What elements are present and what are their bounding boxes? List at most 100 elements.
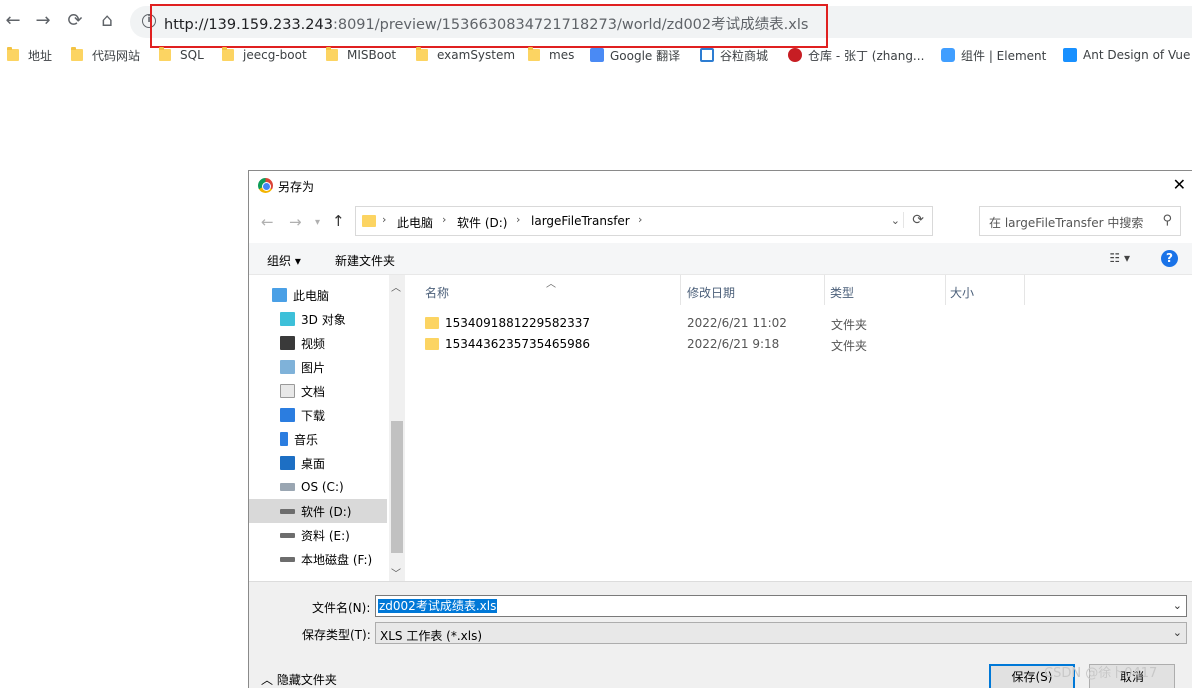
bookmark-label: jeecg-boot [243, 48, 307, 62]
navigation-pane: 此电脑 3D 对象 视频 图片 文档 下载 音乐 桌面 OS (C:) 软件 (… [249, 275, 389, 581]
nav-item-drive-c[interactable]: OS (C:) [249, 475, 387, 499]
scroll-up-icon[interactable]: ︿ [391, 279, 401, 294]
dialog-title-bar: 另存为 ✕ [249, 171, 1192, 201]
nav-item-desktop[interactable]: 桌面 [249, 451, 387, 475]
download-icon [280, 408, 295, 422]
nav-label: 桌面 [301, 456, 326, 471]
bookmark-item[interactable]: mes [528, 46, 574, 64]
bookmark-item[interactable]: examSystem [416, 46, 515, 64]
folder-icon [222, 47, 234, 61]
reload-icon[interactable]: ⟳ [64, 10, 86, 32]
breadcrumb-item[interactable]: largeFileTransfer [531, 214, 630, 228]
refresh-icon[interactable]: ⟳ [903, 212, 924, 228]
nav-item-pictures[interactable]: 图片 [249, 355, 387, 379]
file-row[interactable]: 1534091881229582337 [425, 313, 590, 333]
forward-icon[interactable]: → [289, 213, 302, 231]
back-icon[interactable]: ← [261, 213, 274, 231]
search-placeholder: 在 largeFileTransfer 中搜索 [989, 216, 1144, 230]
nav-item-drive-d[interactable]: 软件 (D:) [249, 499, 387, 523]
nav-label: OS (C:) [301, 480, 344, 494]
bookmark-label: mes [549, 48, 575, 62]
nav-item-downloads[interactable]: 下载 [249, 403, 387, 427]
bookmark-item[interactable]: 代码网站 [71, 46, 140, 64]
file-type: 文件夹 [831, 318, 868, 332]
nav-label: 图片 [301, 360, 326, 375]
column-divider[interactable] [680, 275, 681, 305]
bookmark-item[interactable]: MISBoot [326, 46, 396, 64]
file-row[interactable]: 1534436235735465986 [425, 334, 590, 354]
bookmark-label: Google 翻译 [610, 48, 681, 63]
folder-icon [7, 47, 19, 61]
drive-icon [280, 483, 295, 491]
bookmark-item[interactable]: Ant Design of Vue [1063, 46, 1190, 64]
chevron-up-icon: ︿ [261, 673, 277, 687]
3d-objects-icon [280, 312, 295, 326]
bookmark-label: examSystem [437, 48, 516, 62]
nav-item-music[interactable]: 音乐 [249, 427, 387, 451]
column-header-name[interactable]: 名称 [425, 284, 449, 301]
close-icon[interactable]: ✕ [1173, 175, 1186, 194]
nav-item-video[interactable]: 视频 [249, 331, 387, 355]
help-icon[interactable]: ? [1161, 250, 1178, 267]
drive-icon [280, 532, 295, 538]
google-translate-icon [590, 48, 604, 62]
gitee-icon [788, 48, 802, 62]
column-divider[interactable] [1024, 275, 1025, 305]
filename-field[interactable]: zd002考试成绩表.xls ⌄ [375, 595, 1187, 617]
forward-icon[interactable]: → [32, 10, 54, 32]
bookmark-label: 谷粒商城 [720, 48, 769, 63]
bookmark-item[interactable]: SQL [159, 46, 204, 64]
folder-icon [159, 47, 171, 61]
watermark-text: CSDN @徐卜0417 [1044, 666, 1158, 681]
documents-icon [280, 384, 295, 398]
nav-item-documents[interactable]: 文档 [249, 379, 387, 403]
drive-icon [280, 556, 295, 562]
breadcrumb-item[interactable]: 此电脑 [397, 214, 433, 231]
scrollbar-thumb[interactable] [391, 421, 403, 553]
nav-item-3d-objects[interactable]: 3D 对象 [249, 307, 387, 331]
search-input[interactable]: 在 largeFileTransfer 中搜索 ⚲ [979, 206, 1181, 236]
column-header-size[interactable]: 大小 [950, 284, 974, 301]
nav-item-this-pc[interactable]: 此电脑 [249, 283, 387, 307]
folder-icon [362, 215, 376, 227]
nav-label: 下载 [301, 408, 326, 423]
chevron-down-icon[interactable]: ⌄ [1173, 626, 1182, 639]
column-header-date[interactable]: 修改日期 [687, 284, 735, 301]
column-divider[interactable] [824, 275, 825, 305]
new-folder-button[interactable]: 新建文件夹 [335, 252, 395, 269]
pictures-icon [280, 360, 295, 374]
column-header-type[interactable]: 类型 [830, 284, 854, 301]
recent-locations-icon[interactable]: ▾ [315, 217, 320, 228]
search-icon[interactable]: ⚲ [1162, 213, 1172, 228]
scroll-down-icon[interactable]: ﹀ [391, 565, 401, 580]
column-divider[interactable] [945, 275, 946, 305]
up-folder-icon[interactable]: ↑ [332, 212, 345, 230]
filetype-select[interactable]: XLS 工作表 (*.xls) ⌄ [375, 622, 1187, 644]
back-icon[interactable]: ← [2, 10, 24, 32]
bookmark-item[interactable]: Google 翻译 [590, 46, 680, 64]
file-name: 1534091881229582337 [445, 316, 591, 330]
nav-item-drive-e[interactable]: 资料 (E:) [249, 523, 387, 547]
address-breadcrumb-bar[interactable]: › 此电脑 › 软件 (D:) › largeFileTransfer › ⌄ … [355, 206, 933, 236]
chevron-down-icon[interactable]: ⌄ [891, 214, 900, 227]
bookmark-item[interactable]: 谷粒商城 [700, 46, 768, 64]
chevron-down-icon[interactable]: ⌄ [1173, 599, 1182, 612]
organize-button[interactable]: 组织 ▾ [267, 252, 301, 269]
bookmark-label: MISBoot [347, 48, 397, 62]
bookmark-item[interactable]: jeecg-boot [222, 46, 307, 64]
filetype-label: 保存类型(T): [302, 628, 371, 642]
filename-value: zd002考试成绩表.xls [378, 599, 498, 613]
home-icon[interactable]: ⌂ [96, 10, 118, 32]
bookmarks-bar: 地址 代码网站 SQL jeecg-boot MISBoot examSyste… [0, 42, 1192, 68]
view-options-icon[interactable]: ☷ ▾ [1109, 251, 1130, 265]
folder-icon [425, 338, 439, 350]
antd-icon [1063, 48, 1077, 62]
bookmark-item[interactable]: 组件 | Element [941, 46, 1046, 64]
drive-icon [280, 508, 295, 514]
folder-icon [326, 47, 338, 61]
breadcrumb-item[interactable]: 软件 (D:) [457, 214, 507, 231]
bookmark-item[interactable]: 地址 [7, 46, 52, 64]
hide-folders-toggle[interactable]: ︿ 隐藏文件夹 [261, 671, 337, 688]
nav-item-drive-f[interactable]: 本地磁盘 (F:) [249, 547, 387, 571]
bookmark-item[interactable]: 仓库 - 张丁 (zhang... [788, 46, 924, 64]
